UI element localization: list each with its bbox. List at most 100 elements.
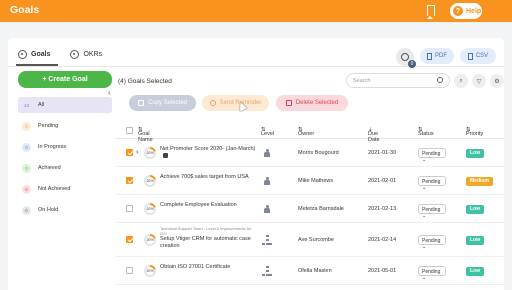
owner-name: Mike Mathews [298,178,334,184]
filter-label: Pending [38,123,59,129]
col-priority[interactable]: Priority ⇅ [466,127,483,137]
col-goal-name[interactable]: Goal Name ⇅ [138,127,153,143]
filter-icon: ▽ [476,78,482,85]
filter-item[interactable]: 0 In Progress [18,139,112,155]
row-checkbox[interactable] [126,177,133,184]
filter-button[interactable]: ▽ [472,74,486,88]
status-dropdown[interactable]: Pending ⌄ [418,176,446,191]
filter-label: Achieved [38,165,61,171]
goal-name[interactable]: Obtain ISO 27001 Certificate [160,264,230,270]
filter-count: 0 [22,121,31,131]
status-dropdown[interactable]: Pending ⌄ [418,235,446,250]
person-icon [264,204,270,214]
goal-name-cell[interactable]: Technical Support Team - Level 2 Improve… [160,226,256,250]
progress-ring: 20% [144,234,156,246]
org-hierarchy-icon [262,235,272,245]
status-dropdown[interactable]: Pending ⌄ [418,148,446,163]
target-icon [18,50,27,59]
copy-icon [137,100,144,106]
goal-name-cell[interactable]: Obtain ISO 27001 Certificate [160,264,256,271]
filter-label: Not Achieved [38,186,71,192]
table-row[interactable]: 20% Complete Employee Evaluation Metetza B… [116,195,504,223]
priority-badge: Medium [466,176,493,186]
filter-count: 0 [22,205,31,215]
priority-badge: Low [466,148,484,158]
search-input[interactable]: Search [346,73,450,88]
goal-name-cell[interactable]: Net Promoter Score 2020- (Jan-March) [160,146,256,159]
col-status[interactable]: Status ⇅ [418,127,434,137]
table-header: Goal Name ⇅ Level ⇅ Owner ⇅ Due Date ⇣ S… [116,123,504,143]
goal-name[interactable]: Setup Vtiger CRM for automatic case crea… [160,236,251,249]
app-title: Goals [10,4,40,16]
goal-name[interactable]: Complete Employee Evaluation [160,202,237,208]
goal-name-cell[interactable]: Complete Employee Evaluation [160,202,256,209]
tab-goals[interactable]: Goals [18,50,50,59]
sidebar: + Create Goal 14 All 0 Pending 0 In Progress 0… [18,71,112,223]
due-date: 2021-02-14 [368,237,397,243]
help-label: Help [466,7,482,15]
col-level[interactable]: Level ⇅ [261,127,274,137]
notification-badge: 0 [408,60,416,68]
help-button[interactable]: ? Help [450,3,482,19]
tab-okrs-label: OKRs [83,51,103,58]
copy-label: Copy Selected [147,100,188,106]
row-checkbox[interactable] [126,149,133,156]
magnifier-icon: ⌕ [459,77,463,84]
export-pdf-button[interactable]: PDF [420,48,454,64]
bookmark-icon[interactable] [427,5,435,19]
goal-name[interactable]: Achieve 700$ sales target from USA [160,174,249,180]
send-reminder-button[interactable]: Send Reminder [202,95,269,111]
search-placeholder: Search [353,78,371,84]
owner-name: Metetza Barnsdale [298,206,344,212]
due-date: 2021-01-30 [368,150,397,156]
row-checkbox[interactable] [126,236,133,243]
settings-button[interactable]: 0 [396,48,416,68]
goal-name-cell[interactable]: Achieve 700$ sales target from USA [160,174,256,181]
owner-name: Ave Surcombe [298,237,334,243]
pdf-icon [427,52,432,60]
col-due-date[interactable]: Due Date ⇣ [368,127,380,143]
copy-selected-button[interactable]: Copy Selected [129,95,196,111]
progress-ring: 20% [144,265,156,277]
row-checkbox[interactable] [126,267,133,274]
filter-item[interactable]: 0 Pending [18,118,112,134]
owner-name: Morris Bougourd [298,150,339,156]
delete-selected-button[interactable]: Delete Selected [276,95,348,111]
bell-icon [209,100,216,106]
row-checkbox[interactable] [126,205,133,212]
tab-okrs[interactable]: OKRs [70,50,102,59]
progress-ring: 20% [144,147,156,159]
due-date: 2021-02-01 [368,178,397,184]
owner-name: Ofella Maslen [298,268,332,274]
filter-item[interactable]: 14 All [18,97,112,113]
search-button[interactable]: ⌕ [454,74,468,88]
goal-name[interactable]: Net Promoter Score 2020- (Jan-March) [160,146,255,152]
table-row[interactable]: › 20% Net Promoter Score 2020- (Jan-March)… [116,139,504,167]
col-owner[interactable]: Owner ⇅ [298,127,314,137]
table-row[interactable]: 20% Technical Support Team - Level 2 Impr… [116,223,504,257]
filter-count: 0 [22,142,31,152]
collapse-sidebar-icon[interactable]: ‹ [108,88,111,97]
due-date: 2021-02-13 [368,206,397,212]
select-all-checkbox[interactable] [126,127,133,134]
status-dropdown[interactable]: Pending ⌄ [418,204,446,219]
filter-item[interactable]: 0 Not Achieved [18,181,112,197]
table-row[interactable]: 20% Obtain ISO 27001 Certificate Ofella Ma… [116,257,504,285]
filter-label: On Hold [38,207,59,213]
export-csv-button[interactable]: CSV [460,48,496,64]
person-icon [264,148,270,158]
top-bar: Goals ? Help [0,0,512,22]
table-settings-button[interactable]: ⚙ [490,74,504,88]
expand-chevron-icon[interactable]: › [136,149,138,156]
filter-item[interactable]: 0 Achieved [18,160,112,176]
org-hierarchy-icon [262,266,272,276]
status-dropdown[interactable]: Pending ⌄ [418,266,446,281]
filter-label: In Progress [38,144,67,150]
create-goal-button[interactable]: + Create Goal [18,71,112,88]
filter-item[interactable]: 0 On Hold [18,202,112,218]
filter-count: 0 [22,184,31,194]
info-icon[interactable] [163,153,168,159]
table-row[interactable]: 20% Achieve 700$ sales target from USA Mik… [116,167,504,195]
selected-count: (4) Goals Selected [118,78,172,85]
goal-parent: Technical Support Team - Level 2 Improve… [160,226,252,236]
